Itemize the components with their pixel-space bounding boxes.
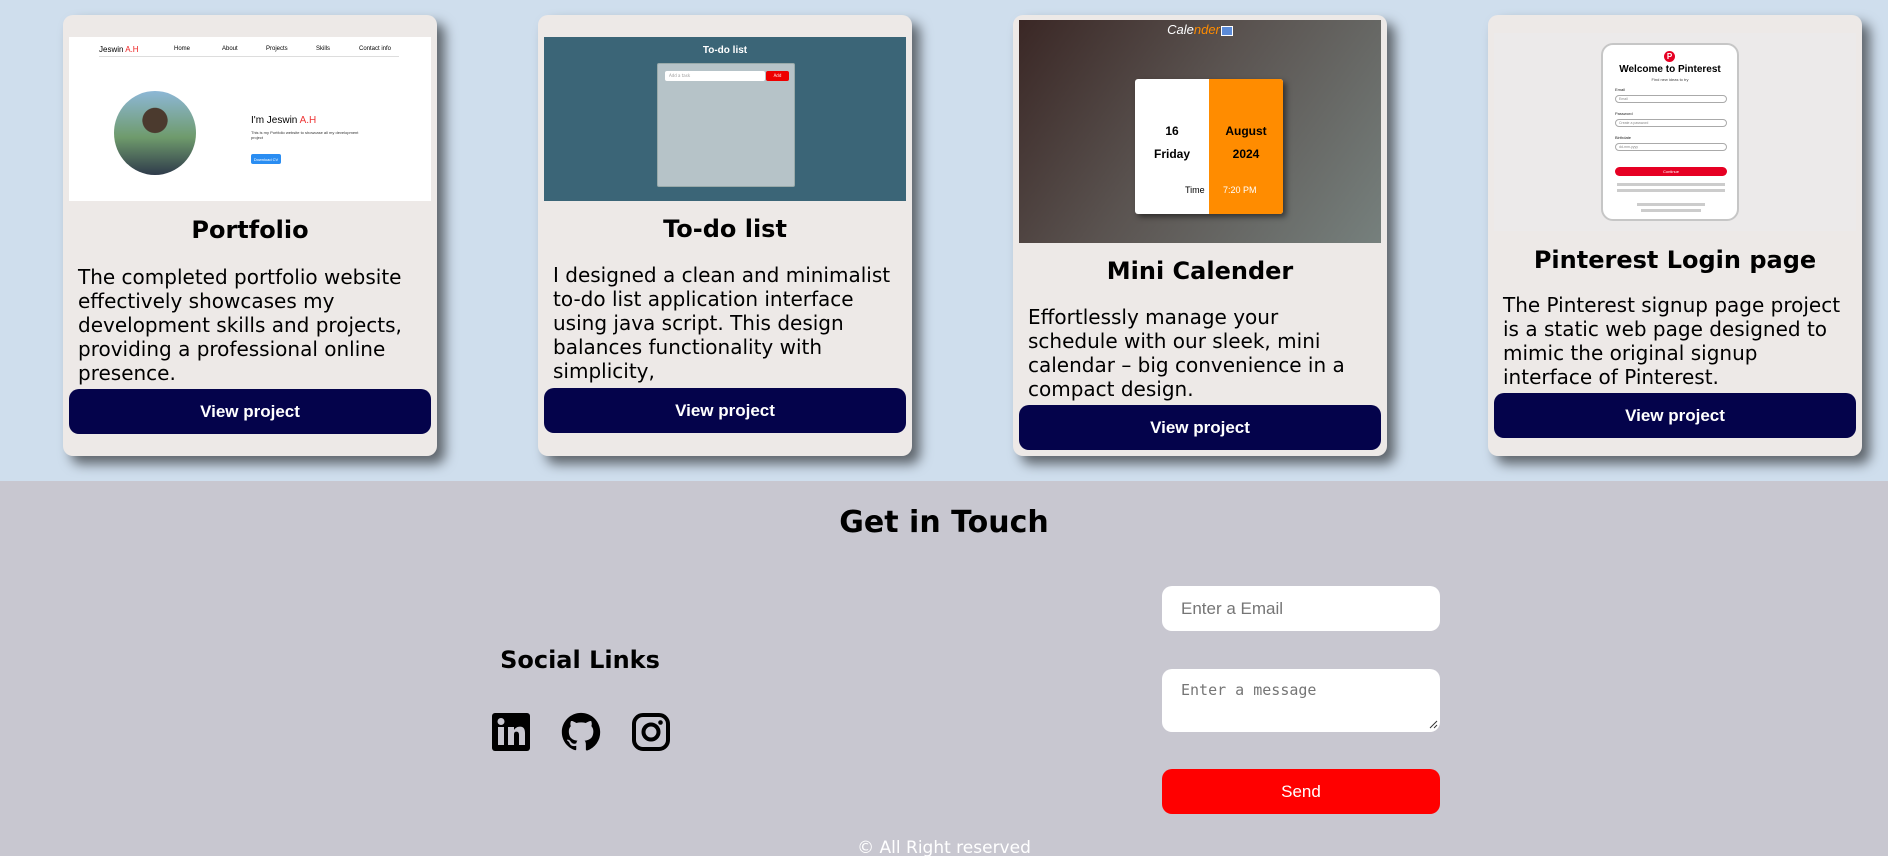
calendar-emoji-icon <box>1220 25 1233 36</box>
calender-preview-image: Calender 16 Friday August 2024 Time 7:20… <box>1019 20 1381 243</box>
github-icon[interactable] <box>561 712 601 752</box>
view-project-button[interactable]: View project <box>69 389 431 434</box>
project-card-portfolio: Jeswin A.H Home About Projects Skills Co… <box>63 15 437 456</box>
project-title: Pinterest Login page <box>1533 246 1817 274</box>
message-field[interactable] <box>1162 669 1440 732</box>
project-description: The completed portfolio website effectiv… <box>78 265 402 385</box>
projects-section: Jeswin A.H Home About Projects Skills Co… <box>0 0 1888 481</box>
project-title: To-do list <box>663 215 787 243</box>
view-project-button[interactable]: View project <box>544 388 906 433</box>
avatar <box>114 91 196 175</box>
pinterest-preview-image: P Welcome to Pinterest Find new ideas to… <box>1494 33 1856 231</box>
project-description: The Pinterest signup page project is a s… <box>1503 293 1841 389</box>
project-description: I designed a clean and minimalist to-do … <box>553 263 891 383</box>
email-field[interactable] <box>1162 586 1440 631</box>
instagram-icon[interactable] <box>631 712 671 752</box>
todo-preview-image: To-do list Add a task Add <box>544 37 906 201</box>
pinterest-logo-icon: P <box>1664 51 1675 62</box>
project-card-calender: Calender 16 Friday August 2024 Time 7:20… <box>1013 15 1387 456</box>
send-button[interactable]: Send <box>1162 769 1440 814</box>
calendar-widget: 16 Friday August 2024 Time 7:20 PM <box>1135 79 1283 214</box>
social-links-title: Social Links <box>500 646 660 674</box>
resize-handle-icon[interactable] <box>1429 720 1438 729</box>
project-title: Mini Calender <box>1106 257 1294 285</box>
view-project-button[interactable]: View project <box>1494 393 1856 438</box>
project-description: Effortlessly manage your schedule with o… <box>1028 305 1345 401</box>
view-project-button[interactable]: View project <box>1019 405 1381 450</box>
portfolio-preview-image: Jeswin A.H Home About Projects Skills Co… <box>69 37 431 201</box>
copyright-text: © All Right reserved <box>857 838 1031 856</box>
contact-heading: Get in Touch <box>839 505 1049 540</box>
linkedin-icon[interactable] <box>491 712 531 752</box>
contact-section: Get in Touch Social Links Send © All Rig… <box>0 481 1888 856</box>
preview-nav: Jeswin A.H Home About Projects Skills Co… <box>99 45 399 57</box>
project-card-pinterest: P Welcome to Pinterest Find new ideas to… <box>1488 15 1862 456</box>
project-card-todo: To-do list Add a task Add To-do list I d… <box>538 15 912 456</box>
project-title: Portfolio <box>191 216 309 244</box>
